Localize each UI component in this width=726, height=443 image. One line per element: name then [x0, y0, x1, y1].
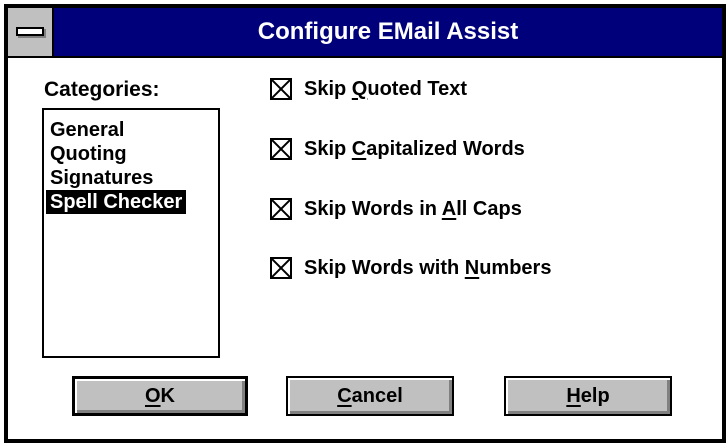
- system-menu-icon: [16, 27, 44, 36]
- list-item-spell-checker[interactable]: Spell Checker: [46, 190, 187, 214]
- option-skip-words-with-numbers[interactable]: Skip Words with Numbers: [270, 253, 551, 283]
- checked-x-icon: [272, 200, 290, 218]
- categories-label: Categories:: [44, 78, 160, 101]
- checkbox-skip-capitalized-words[interactable]: [270, 138, 292, 160]
- checked-x-icon: [272, 140, 290, 158]
- checkbox-skip-words-with-numbers[interactable]: [270, 257, 292, 279]
- list-item-general[interactable]: General: [46, 118, 124, 142]
- checked-x-icon: [272, 259, 290, 277]
- ok-button-label: OK: [144, 384, 175, 407]
- help-button[interactable]: Help: [504, 376, 672, 416]
- checkbox-skip-quoted-text[interactable]: [270, 78, 292, 100]
- title-bar[interactable]: Configure EMail Assist: [8, 8, 722, 58]
- system-menu-button[interactable]: [8, 8, 54, 56]
- option-label: Skip Quoted Text: [304, 77, 467, 100]
- cancel-button-label: Cancel: [337, 384, 403, 407]
- checked-x-icon: [272, 80, 290, 98]
- option-label: Skip Capitalized Words: [304, 137, 525, 160]
- configure-dialog: Configure EMail Assist Categories: Gener…: [4, 4, 726, 443]
- window-title: Configure EMail Assist: [257, 18, 519, 45]
- list-item-quoting[interactable]: Quoting: [46, 142, 127, 166]
- option-skip-quoted-text[interactable]: Skip Quoted Text: [270, 74, 467, 104]
- categories-listbox[interactable]: General Quoting Signatures Spell Checker: [42, 108, 220, 358]
- help-button-label: Help: [566, 384, 610, 407]
- ok-button[interactable]: OK: [72, 376, 248, 416]
- list-item-signatures[interactable]: Signatures: [46, 166, 153, 190]
- option-skip-capitalized-words[interactable]: Skip Capitalized Words: [270, 134, 525, 164]
- option-label: Skip Words with Numbers: [304, 256, 552, 279]
- option-label: Skip Words in All Caps: [304, 197, 522, 220]
- cancel-button[interactable]: Cancel: [286, 376, 454, 416]
- option-skip-words-in-all-caps[interactable]: Skip Words in All Caps: [270, 194, 522, 224]
- checkbox-skip-words-in-all-caps[interactable]: [270, 198, 292, 220]
